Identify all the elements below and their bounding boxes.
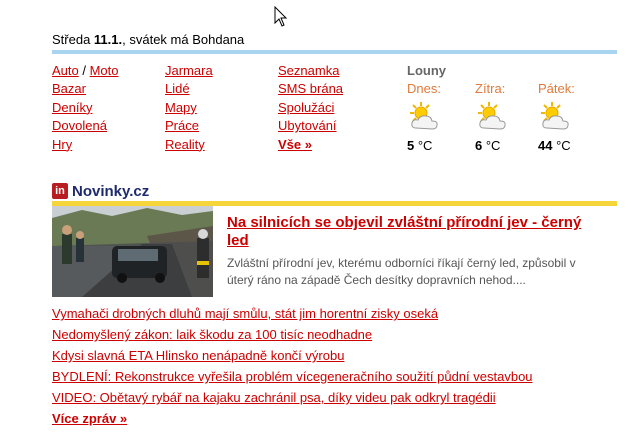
link-prace[interactable]: Práce — [165, 118, 199, 133]
weather-day-tomorrow[interactable]: Zítra: 6 °C — [475, 80, 535, 154]
more-news-link[interactable]: Více zpráv » — [52, 411, 127, 426]
link-spoluzaci[interactable]: Spolužáci — [278, 100, 334, 115]
link-deniky[interactable]: Deníky — [52, 100, 92, 115]
day-name: Středa — [52, 32, 94, 47]
partly-cloudy-icon — [541, 102, 569, 130]
weather-day-label: Pátek: — [538, 81, 575, 96]
header-divider — [52, 50, 617, 54]
weather-city[interactable]: Louny — [407, 62, 587, 80]
link-moto[interactable]: Moto — [90, 63, 119, 78]
weather-day-today[interactable]: Dnes: 5 °C — [407, 80, 467, 154]
name-day: , svátek má Bohdana — [122, 32, 245, 47]
link-sms-brana[interactable]: SMS brána — [278, 81, 343, 96]
novinky-header: in Novinky.cz — [52, 181, 149, 201]
news-photo[interactable] — [52, 206, 213, 297]
date-line: Středa 11.1., svátek má Bohdana — [52, 32, 244, 47]
link-jarmara[interactable]: Jarmara — [165, 63, 213, 78]
link-vse[interactable]: Vše » — [278, 137, 312, 152]
weather-temp: 44 °C — [538, 138, 571, 153]
main-news-perex: Zvláštní přírodní jev, kterému odborníci… — [227, 256, 576, 287]
link-dovolena[interactable]: Dovolená — [52, 118, 107, 133]
weather-widget: Louny Dnes: 5 °C Zítra: 6 °C Pátek: 44 °… — [407, 62, 587, 160]
link-separator: / — [78, 63, 90, 78]
news-list: Vymahači drobných dluhů mají smůlu, stát… — [52, 303, 533, 429]
news-item[interactable]: VIDEO: Obětavý rybář na kajaku zachránil… — [52, 390, 496, 405]
mouse-cursor-icon — [274, 6, 288, 27]
news-item[interactable]: Vymahači drobných dluhů mají smůlu, stát… — [52, 306, 438, 321]
news-item[interactable]: BYDLENÍ: Rekonstrukce vyřešila problém v… — [52, 369, 533, 384]
link-ubytovani[interactable]: Ubytování — [278, 118, 337, 133]
main-news-headline[interactable]: Na silnicích se objevil zvláštní přírodn… — [227, 214, 592, 250]
weather-day-friday[interactable]: Pátek: 44 °C — [538, 80, 598, 154]
service-links-col2: Jarmara Lidé Mapy Práce Reality — [165, 62, 213, 154]
service-links-col3: Seznamka SMS brána Spolužáci Ubytování V… — [278, 62, 343, 154]
date: 11.1. — [93, 32, 123, 47]
news-item[interactable]: Kdysi slavná ETA Hlinsko nenápadně končí… — [52, 348, 344, 363]
service-links-col1: Auto / Moto Bazar Deníky Dovolená Hry — [52, 62, 119, 154]
link-bazar[interactable]: Bazar — [52, 81, 86, 96]
weather-temp: 6 °C — [475, 138, 501, 153]
link-seznamka[interactable]: Seznamka — [278, 63, 339, 78]
link-hry[interactable]: Hry — [52, 137, 72, 152]
link-mapy[interactable]: Mapy — [165, 100, 197, 115]
link-auto[interactable]: Auto — [52, 63, 79, 78]
link-reality[interactable]: Reality — [165, 137, 205, 152]
weather-day-label: Zítra: — [475, 81, 506, 96]
partly-cloudy-icon — [410, 102, 438, 130]
news-item[interactable]: Nedomyšlený zákon: laik škodu za 100 tis… — [52, 327, 372, 342]
partly-cloudy-icon — [478, 102, 506, 130]
link-lide[interactable]: Lidé — [165, 81, 190, 96]
novinky-title[interactable]: Novinky.cz — [72, 183, 149, 200]
weather-day-label: Dnes: — [407, 81, 441, 96]
novinky-logo-icon[interactable]: in — [52, 183, 68, 199]
weather-temp: 5 °C — [407, 138, 433, 153]
